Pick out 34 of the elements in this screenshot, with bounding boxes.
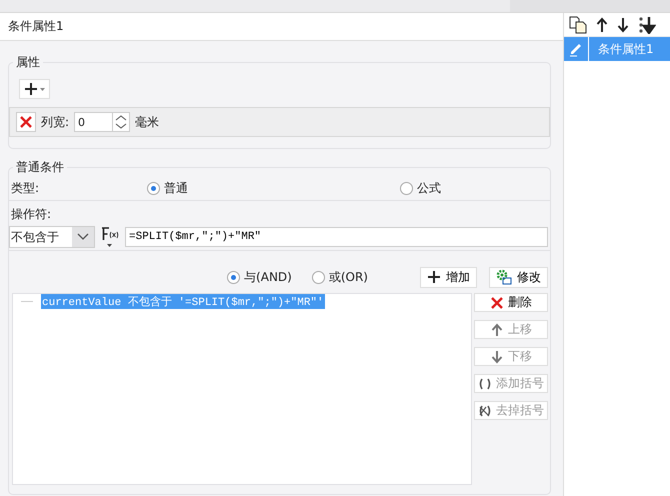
down-arrow-icon: [490, 350, 504, 364]
remove-parentheses-icon: [478, 404, 492, 418]
parentheses-icon: [478, 376, 492, 390]
width-spinner[interactable]: 0: [74, 112, 130, 132]
down-arrow-icon[interactable]: [617, 17, 629, 33]
panel-title: 条件属性1: [8, 18, 64, 35]
radio-option[interactable]: 公式: [400, 180, 441, 196]
plus-icon: [427, 270, 441, 284]
up-arrow-icon: [490, 322, 504, 336]
radio-option[interactable]: 或(OR): [312, 268, 368, 286]
formula-button[interactable]: [99, 226, 121, 248]
radio-option[interactable]: 与(AND): [227, 268, 292, 286]
delete-icon: [490, 296, 504, 310]
copy-icon[interactable]: [569, 16, 587, 34]
pencil-icon: [568, 41, 584, 57]
remove-property-button[interactable]: [16, 112, 36, 132]
formula-field[interactable]: =SPLIT($mr,";")+"MR": [125, 227, 548, 247]
radio-option[interactable]: 普通: [147, 180, 400, 196]
gear-icon: [496, 269, 512, 285]
chevron-down-icon: [77, 233, 89, 241]
add-property-button[interactable]: [19, 79, 50, 99]
tree-line: [21, 301, 33, 302]
group-legend: 属性: [13, 54, 43, 71]
action-button[interactable]: 删除: [474, 293, 548, 312]
move-bottom-icon[interactable]: [638, 16, 656, 34]
add-condition-button[interactable]: 增加: [420, 266, 477, 288]
group-legend: 普通条件: [13, 159, 67, 176]
operator-label: 操作符:: [10, 206, 52, 223]
up-arrow-icon[interactable]: [596, 17, 608, 33]
operator-dropdown[interactable]: 不包含于: [9, 226, 95, 248]
unit-label: 毫米: [135, 114, 160, 130]
type-label: 类型:: [11, 180, 40, 196]
edit-condition-button[interactable]: 修改: [489, 266, 548, 288]
width-label: 列宽:: [41, 114, 70, 130]
